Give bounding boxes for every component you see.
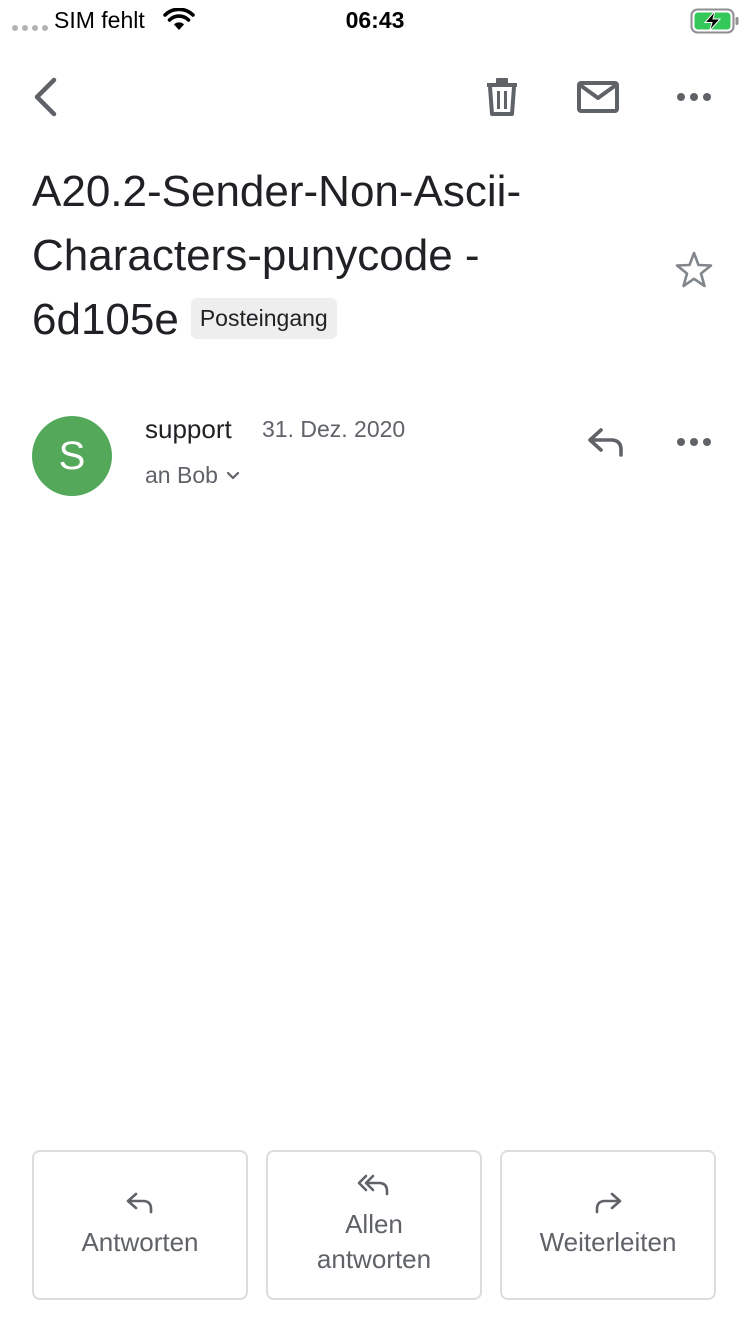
mail-icon <box>577 81 619 113</box>
delete-button[interactable] <box>476 70 528 124</box>
reply-button[interactable]: Antworten <box>32 1150 248 1300</box>
message-reply-button[interactable] <box>580 416 632 468</box>
status-time: 06:43 <box>345 7 405 33</box>
sender-name: support <box>145 414 232 444</box>
reply-all-button[interactable]: Allen antworten <box>266 1150 482 1300</box>
star-button[interactable] <box>670 246 718 294</box>
reply-all-label: Allen antworten <box>316 1209 432 1274</box>
message-more-button[interactable] <box>668 416 720 468</box>
more-horizontal-icon <box>677 438 711 446</box>
inbox-label-chip: Posteingang <box>190 298 337 339</box>
star-outline-icon <box>675 251 713 288</box>
message-date: 31. Dez. 2020 <box>262 416 406 442</box>
more-horizontal-icon <box>677 93 711 101</box>
reply-label: Antworten <box>81 1226 199 1257</box>
mark-unread-button[interactable] <box>570 70 626 124</box>
reply-all-icon <box>357 1174 389 1196</box>
recipient-details-toggle[interactable]: an Bob <box>145 462 240 489</box>
email-subject: A20.2-Sender-Non-Ascii-Characters-punyco… <box>32 160 632 352</box>
trash-icon <box>487 78 517 116</box>
back-button[interactable] <box>20 70 70 124</box>
subject-area: A20.2-Sender-Non-Ascii-Characters-punyco… <box>32 160 632 352</box>
chevron-left-icon <box>34 77 57 117</box>
status-bar: SIM fehlt 06:43 <box>0 0 750 40</box>
reply-icon <box>588 428 623 457</box>
reply-icon <box>126 1192 153 1213</box>
sender-avatar: S <box>32 416 112 496</box>
forward-label: Weiterleiten <box>539 1226 677 1257</box>
more-options-button[interactable] <box>668 70 720 124</box>
forward-icon <box>595 1192 622 1213</box>
chevron-down-icon <box>226 471 240 479</box>
recipient-label: an Bob <box>145 462 218 488</box>
forward-button[interactable]: Weiterleiten <box>500 1150 716 1300</box>
battery-charging-icon <box>690 8 740 39</box>
